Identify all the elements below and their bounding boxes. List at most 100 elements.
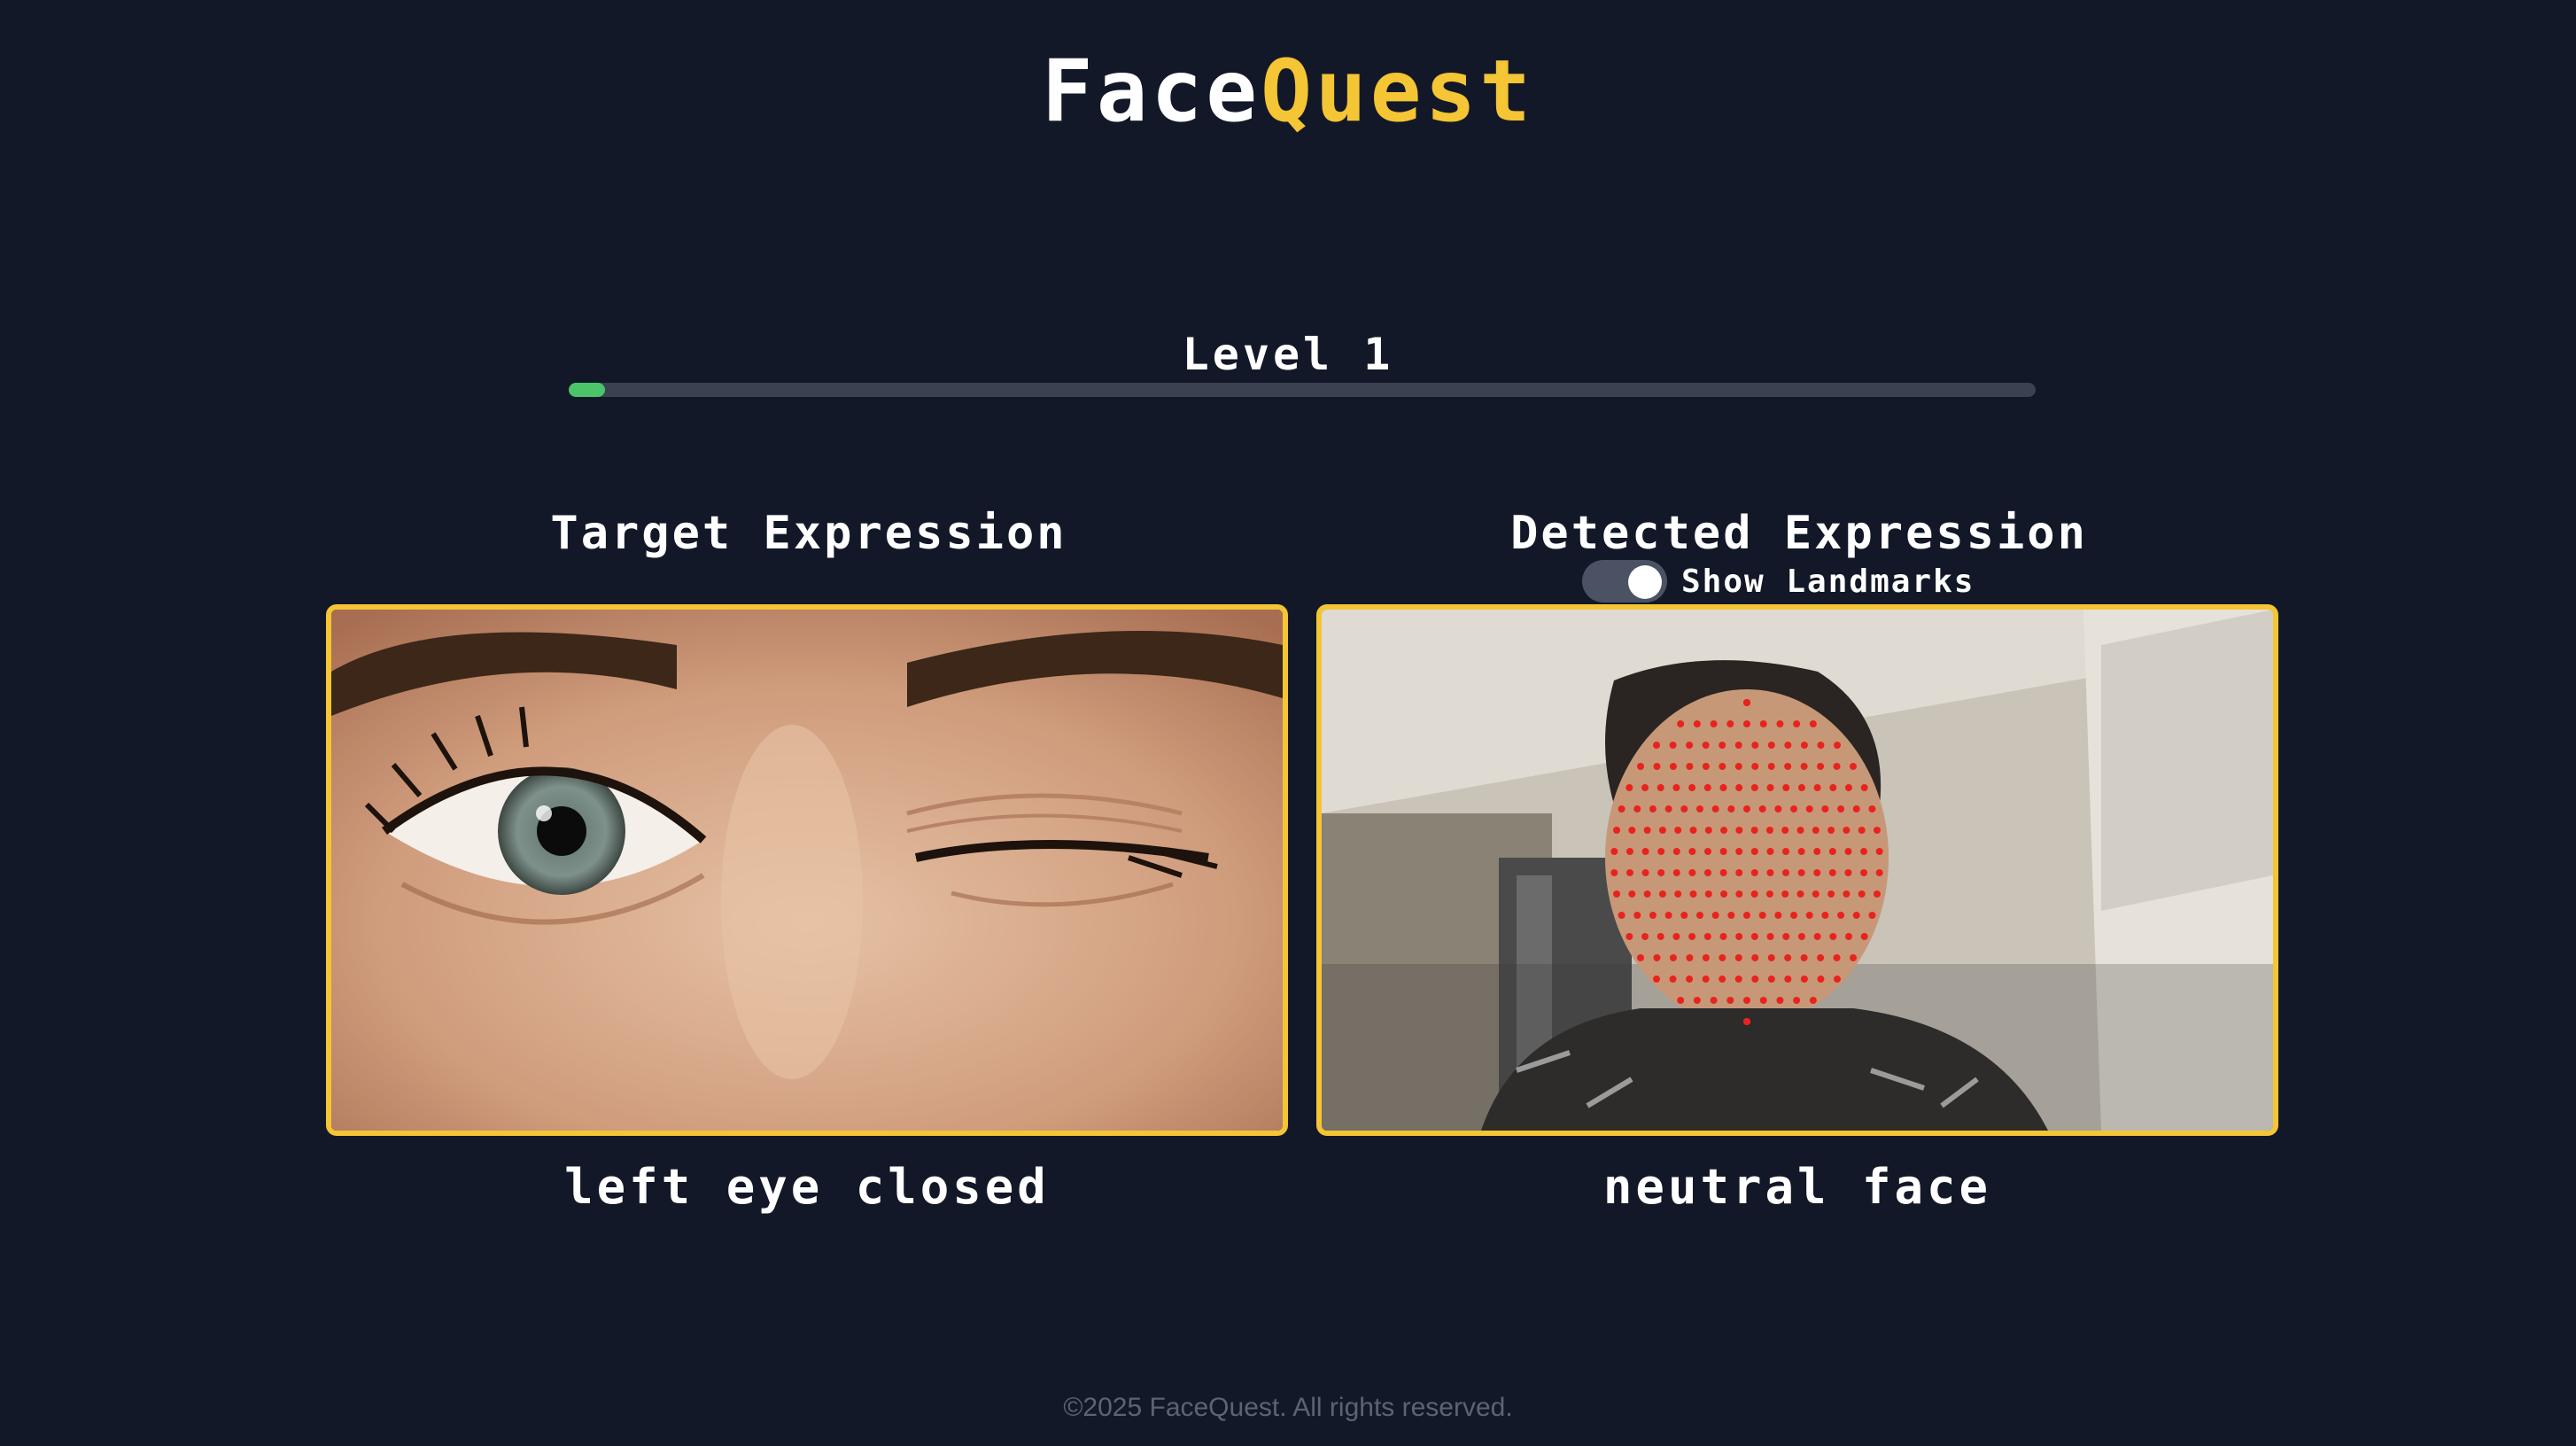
- landmark-point: [1784, 976, 1792, 983]
- landmark-point: [1735, 890, 1743, 898]
- landmark-point: [1641, 784, 1649, 791]
- landmark-point: [1858, 827, 1866, 834]
- footer-copyright: ©2025 FaceQuest. All rights reserved.: [1063, 1393, 1513, 1422]
- landmark-point: [1704, 890, 1712, 898]
- landmark-point: [1719, 976, 1726, 983]
- landmark-point: [1677, 720, 1685, 727]
- landmark-point: [1844, 784, 1852, 791]
- landmark-point: [1797, 933, 1805, 940]
- landmark-point: [1653, 954, 1661, 961]
- landmark-point: [1751, 742, 1759, 749]
- landmark-point: [1821, 912, 1829, 919]
- landmark-point: [1765, 890, 1773, 898]
- landmark-point: [1850, 763, 1857, 770]
- landmark-point: [1844, 933, 1852, 940]
- landmark-point: [1626, 784, 1633, 791]
- landmark-point: [1686, 976, 1694, 983]
- landmark-point: [1750, 933, 1758, 940]
- landmark-point: [1711, 805, 1719, 812]
- landmark-point: [1702, 742, 1710, 749]
- landmark-point: [1677, 997, 1685, 1004]
- landmark-point: [1860, 784, 1868, 791]
- landmark-point: [1784, 954, 1792, 961]
- landmark-point: [1719, 869, 1727, 876]
- landmark-point: [1827, 827, 1835, 834]
- landmark-point: [1719, 742, 1726, 749]
- landmark-point: [1782, 784, 1790, 791]
- landmark-point: [1781, 890, 1789, 898]
- landmark-point: [1843, 890, 1851, 898]
- landmark-point: [1628, 827, 1636, 834]
- landmark-point: [1833, 742, 1841, 749]
- landmark-point: [1784, 742, 1792, 749]
- landmark-point: [1800, 954, 1808, 961]
- landmark-point: [1719, 954, 1726, 961]
- webcam-feed: [1316, 604, 2278, 1136]
- landmark-point: [1628, 890, 1636, 898]
- landmark-point: [1743, 699, 1750, 706]
- landmark-point: [1710, 997, 1718, 1004]
- landmark-point: [1680, 805, 1688, 812]
- landmark-point: [1813, 784, 1821, 791]
- landmark-point: [1680, 912, 1688, 919]
- landmark-point: [1812, 890, 1819, 898]
- landmark-point: [1776, 997, 1784, 1004]
- landmark-point: [1734, 763, 1742, 770]
- landmark-point: [1751, 954, 1759, 961]
- landmark-point: [1750, 848, 1758, 855]
- landmark-point: [1868, 805, 1876, 812]
- level-progress-bar: [569, 383, 2036, 397]
- landmark-point: [1774, 912, 1782, 919]
- landmark-point: [1719, 763, 1726, 770]
- webcam-illustration: [1322, 610, 2273, 1131]
- landmark-point: [1767, 763, 1775, 770]
- landmark-point: [1657, 784, 1664, 791]
- detected-expression-caption: neutral face: [1602, 1159, 1992, 1215]
- landmark-point: [1693, 720, 1701, 727]
- landmark-point: [1813, 848, 1821, 855]
- toggle-knob: [1628, 565, 1662, 599]
- landmark-point: [1817, 976, 1825, 983]
- landmark-point: [1686, 954, 1694, 961]
- landmark-point: [1790, 912, 1798, 919]
- app-logo: FaceQuest: [0, 43, 2576, 140]
- landmark-point: [1827, 890, 1835, 898]
- landmark-point: [1743, 805, 1750, 812]
- landmark-point: [1735, 784, 1743, 791]
- landmark-point: [1875, 869, 1883, 876]
- landmark-point: [1669, 954, 1677, 961]
- landmark-point: [1702, 976, 1710, 983]
- landmark-point: [1875, 848, 1883, 855]
- landmark-point: [1782, 933, 1790, 940]
- landmark-point: [1844, 869, 1852, 876]
- landmark-point: [1797, 848, 1805, 855]
- winking-eyes-illustration: [331, 610, 1283, 1131]
- show-landmarks-toggle[interactable]: [1582, 560, 1667, 602]
- landmark-point: [1813, 933, 1821, 940]
- landmark-point: [1686, 742, 1694, 749]
- landmark-point: [1719, 848, 1727, 855]
- landmark-point: [1873, 827, 1881, 834]
- landmark-point: [1658, 827, 1666, 834]
- level-title: Level 1: [1182, 329, 1394, 380]
- landmark-point: [1793, 720, 1801, 727]
- landmark-point: [1734, 954, 1742, 961]
- landmark-point: [1686, 763, 1694, 770]
- landmark-point: [1813, 869, 1821, 876]
- landmark-point: [1720, 890, 1728, 898]
- landmark-point: [1805, 912, 1813, 919]
- landmark-point: [1765, 827, 1773, 834]
- landmark-point: [1658, 890, 1666, 898]
- landmark-point: [1828, 869, 1836, 876]
- landmark-point: [1796, 827, 1804, 834]
- landmark-point: [1610, 869, 1618, 876]
- landmark-point: [1719, 933, 1727, 940]
- landmark-point: [1618, 805, 1626, 812]
- landmark-point: [1689, 890, 1697, 898]
- landmark-point: [1829, 784, 1837, 791]
- landmark-point: [1743, 997, 1750, 1004]
- landmark-point: [1750, 869, 1758, 876]
- landmark-point: [1797, 784, 1805, 791]
- landmark-point: [1860, 869, 1868, 876]
- landmark-point: [1653, 742, 1661, 749]
